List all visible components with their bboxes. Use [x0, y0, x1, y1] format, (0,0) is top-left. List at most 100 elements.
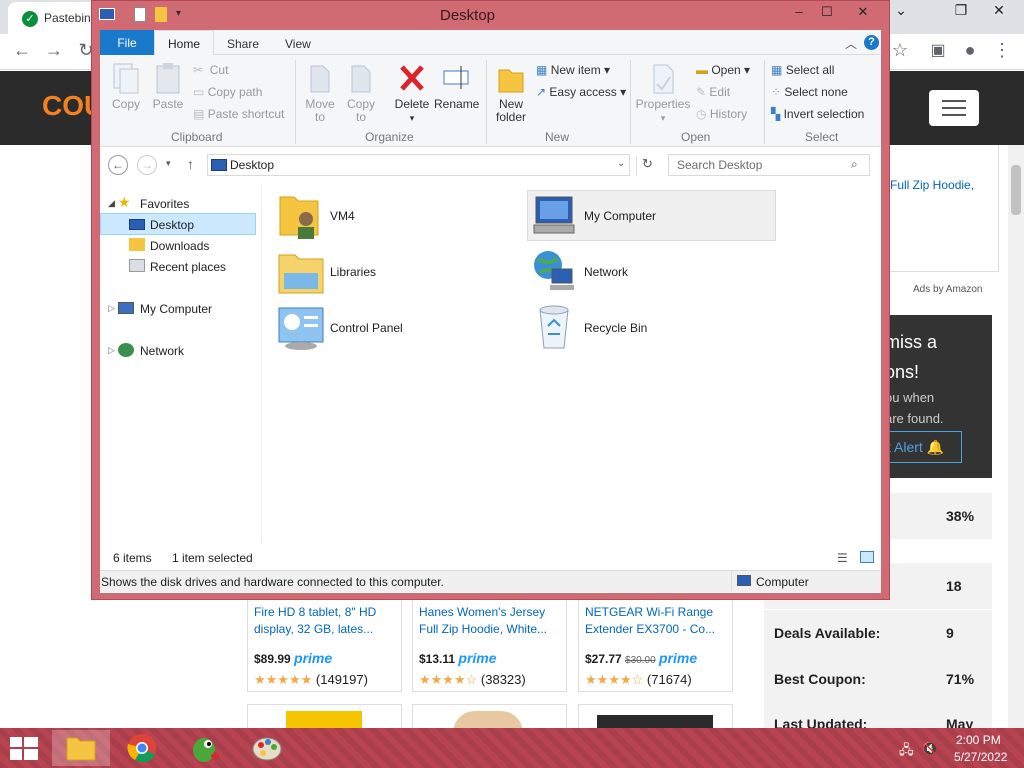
libraries-icon[interactable] — [276, 247, 326, 297]
profile-icon[interactable]: ● — [958, 40, 982, 61]
paste-button[interactable]: Paste — [150, 62, 186, 111]
nav-my-computer[interactable]: My Computer — [140, 302, 212, 316]
control-panel-icon[interactable] — [276, 304, 326, 352]
clock-time[interactable]: 2:00 PM — [956, 733, 1001, 747]
taskbar-chrome[interactable] — [114, 730, 172, 766]
expand-network-icon[interactable]: ▷ — [108, 345, 115, 356]
rename-button[interactable]: Rename — [434, 62, 479, 111]
item-label[interactable]: Libraries — [330, 265, 376, 279]
review-count[interactable]: (71674) — [647, 672, 692, 687]
product-title[interactable]: Hanes Women's Jersey Full Zip Hoodie, Wh… — [419, 604, 560, 640]
details-view-icon[interactable]: ☰ — [837, 551, 848, 565]
taskbar-file-explorer[interactable] — [52, 730, 110, 766]
tab-home[interactable]: Home — [154, 30, 214, 56]
new-folder-button[interactable]: New folder — [492, 62, 530, 124]
nav-downloads[interactable]: Downloads — [150, 239, 209, 253]
copy-path-button[interactable]: ▭ Copy path — [193, 85, 262, 99]
sidepanel-icon[interactable]: ▣ — [926, 40, 950, 60]
item-label[interactable]: Control Panel — [330, 321, 403, 335]
bookmark-star-icon[interactable]: ☆ — [888, 40, 912, 61]
browser-close-icon[interactable]: ✕ — [984, 2, 1014, 19]
properties-button[interactable]: Properties ▾ — [633, 62, 693, 125]
nav-desktop[interactable]: Desktop — [150, 218, 194, 232]
hamburger-menu-button[interactable] — [929, 90, 979, 126]
recent-locations-icon[interactable]: ▾ — [166, 158, 171, 169]
review-count[interactable]: (38323) — [481, 672, 526, 687]
review-count[interactable]: (149197) — [316, 672, 368, 687]
nav-favorites[interactable]: Favorites — [140, 197, 189, 211]
up-icon[interactable]: ↑ — [187, 156, 194, 172]
user-folder-icon[interactable] — [276, 191, 322, 241]
product-card[interactable]: Fire HD 8 tablet, 8" HD display, 32 GB, … — [247, 598, 402, 692]
nav-recent-places[interactable]: Recent places — [150, 260, 226, 274]
start-windows-icon[interactable] — [10, 737, 38, 761]
network-tray-icon[interactable]: 🖧 — [899, 741, 914, 763]
network-icon[interactable] — [530, 247, 576, 295]
search-icon[interactable]: ⌕ — [851, 157, 858, 172]
expand-favorites-icon[interactable]: ◢ — [108, 198, 115, 209]
large-icons-view-icon[interactable] — [860, 551, 874, 563]
paste-shortcut-button[interactable]: ▤ Paste shortcut — [193, 107, 284, 121]
scrollbar-thumb[interactable] — [1011, 165, 1021, 215]
refresh-icon[interactable]: ↻ — [636, 156, 658, 176]
browser-tab[interactable]: ✓ Pastebin — [8, 2, 98, 34]
ad-product-title[interactable]: Full Zip Hoodie, — [890, 178, 974, 193]
item-label[interactable]: VM4 — [330, 209, 355, 223]
maximize-icon[interactable]: ☐ — [810, 4, 844, 20]
product-card[interactable]: Hanes Women's Jersey Full Zip Hoodie, Wh… — [412, 598, 567, 692]
volume-muted-icon[interactable]: 🔇 — [922, 741, 938, 757]
menu-icon[interactable]: ⋮ — [990, 40, 1014, 61]
collapse-ribbon-icon[interactable]: ︿ — [845, 35, 857, 52]
invert-selection-button[interactable]: ▚ Invert selection — [771, 107, 864, 121]
product-card[interactable]: NETGEAR Wi-Fi Range Extender EX3700 - Co… — [578, 598, 733, 692]
open-button[interactable]: ▬ Open ▾ — [696, 63, 750, 77]
copy-to-button[interactable]: Copy to — [343, 62, 379, 124]
ad-card[interactable] — [880, 145, 999, 272]
item-label[interactable]: My Computer — [584, 209, 656, 223]
delete-button[interactable]: Delete ▾ — [392, 62, 432, 125]
recycle-bin-icon[interactable] — [532, 302, 576, 352]
product-title[interactable]: NETGEAR Wi-Fi Range Extender EX3700 - Co… — [585, 604, 726, 640]
back-icon[interactable]: ← — [10, 40, 34, 61]
move-to-button[interactable]: Move to — [302, 62, 338, 124]
address-bar[interactable]: Desktop — [207, 154, 630, 176]
forward-icon[interactable]: → — [137, 155, 157, 175]
properties-quick-icon[interactable] — [134, 7, 146, 22]
new-item-button[interactable]: ▦ New item ▾ — [536, 63, 610, 77]
tab-file[interactable]: File — [100, 30, 154, 55]
select-none-button[interactable]: ⁘ Select none — [771, 85, 848, 99]
cut-button[interactable]: ✂ Cut — [193, 63, 228, 77]
back-icon[interactable]: ← — [108, 155, 128, 175]
new-folder-quick-icon[interactable] — [155, 7, 167, 22]
copy-button[interactable]: Copy — [108, 62, 144, 111]
address-dropdown-icon[interactable]: ⌄ — [617, 158, 625, 169]
tab-view[interactable]: View — [285, 37, 311, 51]
clock-date[interactable]: 5/27/2022 — [954, 750, 1007, 764]
item-label[interactable]: Recycle Bin — [584, 321, 647, 335]
restore-icon[interactable]: ❐ — [946, 2, 976, 19]
nav-network[interactable]: Network — [140, 344, 184, 358]
close-icon[interactable]: ✕ — [845, 4, 881, 20]
easy-access-button[interactable]: ↗ Easy access ▾ — [536, 85, 626, 99]
set-alert-button[interactable]: t Alert 🔔 — [880, 431, 962, 463]
tab-share[interactable]: Share — [227, 37, 259, 51]
page-scrollbar[interactable] — [1008, 145, 1024, 728]
ads-by-amazon[interactable]: Ads by Amazon — [913, 284, 982, 295]
help-icon[interactable]: ? — [864, 35, 879, 50]
forward-icon[interactable]: → — [42, 40, 66, 61]
history-button[interactable]: ◷ History — [696, 107, 747, 121]
group-label-open: Open — [681, 130, 711, 144]
taskbar-app[interactable] — [176, 730, 234, 766]
product-title[interactable]: Fire HD 8 tablet, 8" HD display, 32 GB, … — [254, 604, 395, 640]
select-all-button[interactable]: ▦ Select all — [771, 63, 834, 77]
search-input[interactable]: Search Desktop — [668, 154, 870, 176]
item-label[interactable]: Network — [584, 265, 628, 279]
edit-button[interactable]: ✎ Edit — [696, 85, 730, 99]
expand-mycomputer-icon[interactable]: ▷ — [108, 303, 115, 314]
tab-search-icon[interactable]: ⌄ — [886, 2, 916, 19]
select-none-icon: ⁘ — [771, 85, 782, 99]
scissors-icon: ✂ — [193, 63, 204, 77]
quick-access-dropdown-icon[interactable]: ▾ — [176, 8, 181, 19]
my-computer-icon[interactable] — [530, 193, 576, 239]
taskbar-paint[interactable] — [238, 730, 296, 766]
